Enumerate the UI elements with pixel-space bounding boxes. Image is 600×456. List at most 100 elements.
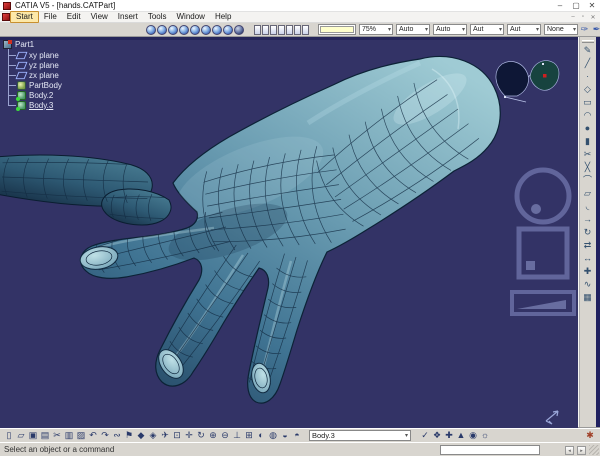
paste-icon[interactable]: ▨	[75, 429, 87, 442]
zoom-out-icon[interactable]: ⊖	[219, 429, 231, 442]
trim-icon[interactable]: ╳	[581, 161, 595, 174]
perspective-view-icon[interactable]	[212, 24, 222, 35]
render-tools-icon[interactable]: ☼	[479, 429, 491, 442]
point-icon[interactable]: ∙	[581, 70, 595, 83]
formula-icon[interactable]: ✚	[443, 429, 455, 442]
model-scene[interactable]	[0, 37, 578, 428]
redo-icon[interactable]: ↷	[99, 429, 111, 442]
print-icon[interactable]: ▤	[39, 429, 51, 442]
render-style-select[interactable]: Aut	[507, 24, 541, 35]
linetype-select[interactable]: Auto	[396, 24, 430, 35]
rotate-tool-icon[interactable]: ↻	[581, 226, 595, 239]
catalog-icon[interactable]: ◈	[147, 429, 159, 442]
expand-status-button[interactable]: ◂	[565, 446, 574, 455]
doc-close-button[interactable]: ✕	[588, 14, 598, 21]
fillet-icon[interactable]: ◟	[581, 200, 595, 213]
shading-edges-icon[interactable]	[157, 24, 167, 35]
insert-menu[interactable]: Insert	[113, 12, 143, 22]
3d-viewport[interactable]: Part1 xy plane yz plane zx plane PartBod…	[0, 37, 578, 428]
painter-style-7-icon[interactable]	[302, 24, 309, 35]
line-icon[interactable]: ╱	[581, 57, 595, 70]
zoom-in-icon[interactable]: ⊕	[207, 429, 219, 442]
save-icon[interactable]: ▣	[27, 429, 39, 442]
symmetry-icon[interactable]: ⇄	[581, 239, 595, 252]
hide-show-icon[interactable]: ◒	[279, 429, 291, 442]
join-icon[interactable]: ✚	[581, 265, 595, 278]
tree-item-zx-plane[interactable]: zx plane	[8, 70, 62, 80]
sketcher-icon[interactable]: ✎	[581, 44, 595, 57]
cylinder-icon[interactable]: ▮	[581, 135, 595, 148]
fill-color-select[interactable]	[318, 24, 356, 35]
edit-menu[interactable]: Edit	[62, 12, 86, 22]
shading-hidden-edges-icon[interactable]	[168, 24, 178, 35]
swap-space-icon[interactable]: ◓	[291, 429, 303, 442]
wireframe-icon[interactable]	[179, 24, 189, 35]
measure-icon[interactable]: ▲	[455, 429, 467, 442]
line-weight-select[interactable]: Auto	[433, 24, 467, 35]
shading-icon[interactable]	[146, 24, 156, 35]
sphere-icon[interactable]: ●	[581, 122, 595, 135]
copy-icon[interactable]: ▥	[63, 429, 75, 442]
extract-icon[interactable]: ▱	[581, 187, 595, 200]
lighting-icon[interactable]	[223, 24, 233, 35]
in-work-object-select[interactable]: Body.3	[309, 430, 411, 441]
tree-item-body2[interactable]: Body.2	[8, 90, 62, 101]
shading-mode-icon[interactable]: ◐	[255, 429, 267, 442]
power-copy-icon[interactable]: ✱	[584, 429, 596, 442]
multi-view-icon[interactable]: ⊞	[243, 429, 255, 442]
collapse-status-button[interactable]: ▸	[577, 446, 586, 455]
link-icon[interactable]: ∾	[111, 429, 123, 442]
extrude-icon[interactable]: ▭	[581, 96, 595, 109]
tree-item-yz-plane[interactable]: yz plane	[8, 60, 62, 70]
compass[interactable]	[495, 60, 560, 103]
painter-style-4-icon[interactable]	[278, 24, 285, 35]
plane-tool-icon[interactable]: ◇	[581, 83, 595, 96]
painter-style-2-icon[interactable]	[262, 24, 269, 35]
file-menu[interactable]: File	[39, 12, 62, 22]
fly-mode-icon[interactable]: ✈	[159, 429, 171, 442]
painter-style-1-icon[interactable]	[254, 24, 261, 35]
tools-menu[interactable]: Tools	[143, 12, 172, 22]
close-button[interactable]: ✕	[584, 0, 600, 11]
toolbar-drag-handle[interactable]	[581, 40, 594, 43]
selection-icon[interactable]: ◆	[135, 429, 147, 442]
maximize-button[interactable]: ▢	[568, 0, 584, 11]
freestyle-surface-icon[interactable]: ∿	[581, 278, 595, 291]
shape-analysis-icon[interactable]: ▦	[581, 291, 595, 304]
point-symbol-select[interactable]: Aut	[470, 24, 504, 35]
doc-restore-button[interactable]: ▫	[578, 14, 588, 21]
layer-select[interactable]: None	[544, 24, 578, 35]
graphic-wizard-icon[interactable]: ✒	[591, 24, 600, 35]
painter-style-5-icon[interactable]	[286, 24, 293, 35]
tree-item-partbody[interactable]: PartBody	[8, 80, 62, 90]
split-icon[interactable]: ✂	[581, 148, 595, 161]
painter-style-3-icon[interactable]	[270, 24, 277, 35]
tree-item-body3[interactable]: Body.3	[8, 100, 62, 111]
revolve-icon[interactable]: ◠	[581, 109, 595, 122]
apply-icon[interactable]: ✓	[419, 429, 431, 442]
graphic-painter-icon[interactable]: ✑	[579, 24, 590, 35]
knowledge-icon[interactable]: ❖	[431, 429, 443, 442]
rotate-view-icon[interactable]: ↻	[195, 429, 207, 442]
painter-style-6-icon[interactable]	[294, 24, 301, 35]
start-menu[interactable]: Start	[10, 11, 39, 23]
new-file-icon[interactable]: ▯	[3, 429, 15, 442]
normal-view-icon[interactable]: ⊥	[231, 429, 243, 442]
fit-all-in-icon[interactable]: ⊡	[171, 429, 183, 442]
doc-minimize-button[interactable]: –	[568, 14, 578, 21]
help-menu[interactable]: Help	[210, 12, 236, 22]
open-file-icon[interactable]: ▱	[15, 429, 27, 442]
pan-icon[interactable]: ✛	[183, 429, 195, 442]
annotation-icon[interactable]: ◉	[467, 429, 479, 442]
dynamic-hlr-icon[interactable]	[190, 24, 200, 35]
undo-icon[interactable]: ↶	[87, 429, 99, 442]
scaling-icon[interactable]: ↔	[581, 252, 595, 265]
view-menu[interactable]: View	[86, 12, 113, 22]
command-input[interactable]	[440, 445, 540, 455]
resize-grip[interactable]	[589, 445, 599, 455]
cut-icon[interactable]: ✂	[51, 429, 63, 442]
tree-item-xy-plane[interactable]: xy plane	[8, 50, 62, 60]
window-menu[interactable]: Window	[172, 12, 210, 22]
transparency-select[interactable]: 75%	[359, 24, 393, 35]
boundary-icon[interactable]: ⌒	[581, 174, 595, 187]
